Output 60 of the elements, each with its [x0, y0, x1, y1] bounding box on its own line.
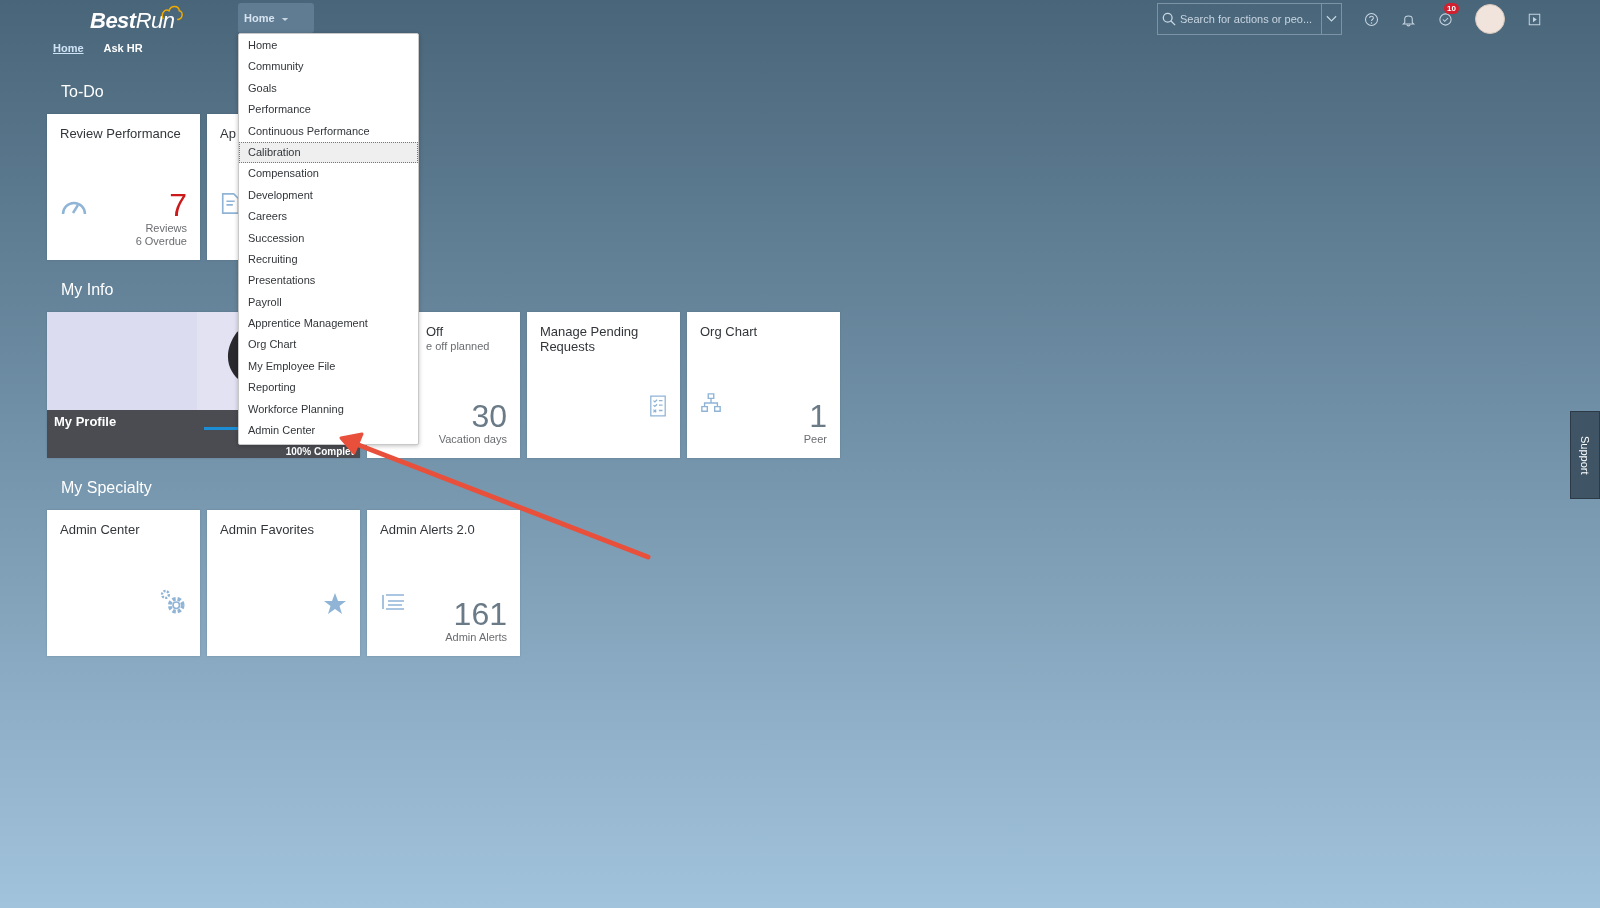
menu-item[interactable]: Payroll: [239, 291, 418, 314]
tile[interactable]: Admin Favorites: [207, 510, 360, 656]
search-dropdown-button[interactable]: [1321, 3, 1342, 35]
caret-icon: [280, 17, 289, 22]
section-title: To-Do: [61, 82, 104, 102]
gears-icon: [159, 588, 187, 616]
menu-item[interactable]: Calibration: [239, 141, 418, 164]
play-icon[interactable]: [1527, 11, 1542, 27]
tile-number: 161: [453, 597, 507, 631]
menu-item[interactable]: Recruiting: [239, 248, 418, 271]
menu-item[interactable]: Continuous Performance: [239, 120, 418, 142]
tile-title: Admin Center: [60, 522, 140, 537]
star-icon: [323, 592, 347, 616]
tile-title: Off: [425, 324, 444, 339]
tile-number: 30: [471, 399, 507, 433]
tile-number: 1: [809, 399, 827, 433]
checklist-icon: [649, 394, 667, 418]
tile[interactable]: Admin Center: [47, 510, 200, 656]
tile-title: Ap: [220, 126, 236, 141]
tile-title: Admin Alerts 2.0: [380, 522, 475, 537]
section-title: My Info: [61, 280, 114, 300]
support-tab[interactable]: Support: [1570, 411, 1600, 499]
menu-item[interactable]: Compensation: [239, 163, 418, 185]
tile-title: Org Chart: [700, 324, 758, 339]
tile-title: Review Performance: [60, 126, 181, 141]
list-icon: [380, 592, 406, 612]
tile[interactable]: Admin Alerts 2.0 161 Admin Alerts: [367, 510, 520, 656]
search-icon: [1162, 12, 1176, 26]
tile-footer: Reviews: [145, 222, 187, 235]
tile-footer: Admin Alerts: [445, 631, 507, 644]
tile-title: Admin Favorites: [220, 522, 314, 537]
menu-item[interactable]: Development: [239, 184, 418, 207]
notification-badge: 10: [1444, 2, 1459, 14]
menu-item[interactable]: Goals: [239, 77, 418, 100]
tile-subtitle: e off planned: [425, 340, 490, 352]
tile-footer: 6 Overdue: [135, 235, 187, 248]
logo: BestRun: [90, 8, 183, 34]
nav-link[interactable]: Home: [53, 42, 84, 54]
tile-title: My Profile: [54, 414, 117, 429]
search-field[interactable]: Search for actions or peo...: [1157, 3, 1321, 35]
menu-item[interactable]: Presentations: [239, 270, 418, 292]
help-icon[interactable]: [1364, 11, 1379, 27]
tile[interactable]: Org Chart 1 Peer: [687, 312, 840, 458]
section-title: My Specialty: [61, 478, 152, 498]
menu-item[interactable]: Performance: [239, 99, 418, 121]
menu-item[interactable]: Succession: [239, 227, 418, 249]
nav-link[interactable]: Ask HR: [103, 42, 143, 54]
tile-title: Manage Pending Requests: [540, 324, 640, 354]
menu-item[interactable]: Community: [239, 56, 418, 78]
org-chart-icon: [700, 392, 722, 414]
check-circle-icon[interactable]: [1438, 11, 1453, 27]
tile-footer: Vacation days: [438, 433, 507, 446]
tile[interactable]: Manage Pending Requests: [527, 312, 680, 458]
tile[interactable]: Review Performance 7 Reviews 6 Overdue: [47, 114, 200, 260]
tile-number: 7: [169, 188, 187, 222]
menu-item[interactable]: Careers: [239, 206, 418, 228]
tile-footer: Peer: [803, 433, 827, 446]
avatar[interactable]: [1475, 4, 1505, 34]
menu-item[interactable]: Home: [239, 35, 418, 57]
chevron-down-icon: [1326, 15, 1337, 23]
